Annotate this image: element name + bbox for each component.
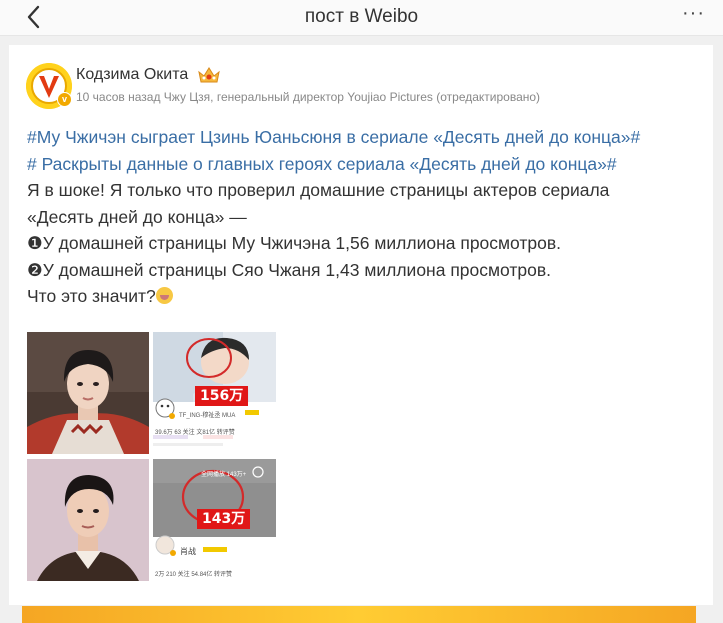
more-options-icon[interactable]: ··· bbox=[682, 2, 705, 25]
screenshot-thumbnail[interactable]: 全网播放 143万+ 143万 肖战 2万 210 关注 54.84亿 转评赞 bbox=[153, 459, 276, 581]
verified-badge-icon: v bbox=[57, 92, 72, 107]
text-line: Я в шоке! Я только что проверил домашние… bbox=[27, 180, 610, 200]
views-label: 143万 bbox=[197, 509, 251, 529]
account-stats: 39.6万 63 关注 文81亿 转评赞 bbox=[155, 430, 235, 436]
photo-thumbnail[interactable] bbox=[27, 332, 149, 454]
hashtag-link[interactable]: #Му Чжичэн сыграет Цзинь Юаньсюня в сери… bbox=[27, 127, 640, 147]
photo-thumbnail[interactable] bbox=[27, 459, 149, 581]
text-line: ❶У домашней страницы Му Чжичэна 1,56 мил… bbox=[27, 233, 562, 253]
hashtag-link[interactable]: # Раскрыты данные о главных героях сериа… bbox=[27, 154, 617, 174]
account-name: 肖战 bbox=[180, 547, 196, 556]
account-stats: 2万 210 关注 54.84亿 转评赞 bbox=[155, 572, 233, 578]
post-card: v Кодзима Окита 10 часов назад Чжу Цзя, … bbox=[9, 45, 713, 605]
text-line: «Десять дней до конца» — bbox=[27, 206, 247, 227]
top-bar: пост в Weibo ··· bbox=[0, 0, 723, 36]
crown-icon bbox=[198, 67, 220, 83]
page-title: пост в Weibo bbox=[304, 6, 419, 27]
views-label: 156万 bbox=[195, 386, 249, 406]
text-line: Что это значит? bbox=[27, 286, 156, 306]
author-name[interactable]: Кодзима Окита bbox=[76, 66, 188, 84]
post-text: #Му Чжичэн сыграет Цзинь Юаньсюня в сери… bbox=[27, 124, 707, 310]
promo-banner[interactable] bbox=[22, 606, 696, 623]
scared-face-emoji-icon bbox=[155, 287, 173, 304]
screenshot-thumbnail[interactable]: 156万 TF_ING-穆祉丞 MUA 39.6万 63 关注 文81亿 转评赞 bbox=[153, 332, 276, 454]
text-line: ❷У домашней страницы Сяо Чжаня 1,43 милл… bbox=[27, 259, 552, 280]
account-name: TF_ING-穆祉丞 MUA bbox=[179, 413, 236, 419]
views-top-text: 全网播放 143万+ bbox=[201, 472, 247, 478]
post-meta: 10 часов назад Чжу Цзя, генеральный дире… bbox=[76, 90, 541, 104]
